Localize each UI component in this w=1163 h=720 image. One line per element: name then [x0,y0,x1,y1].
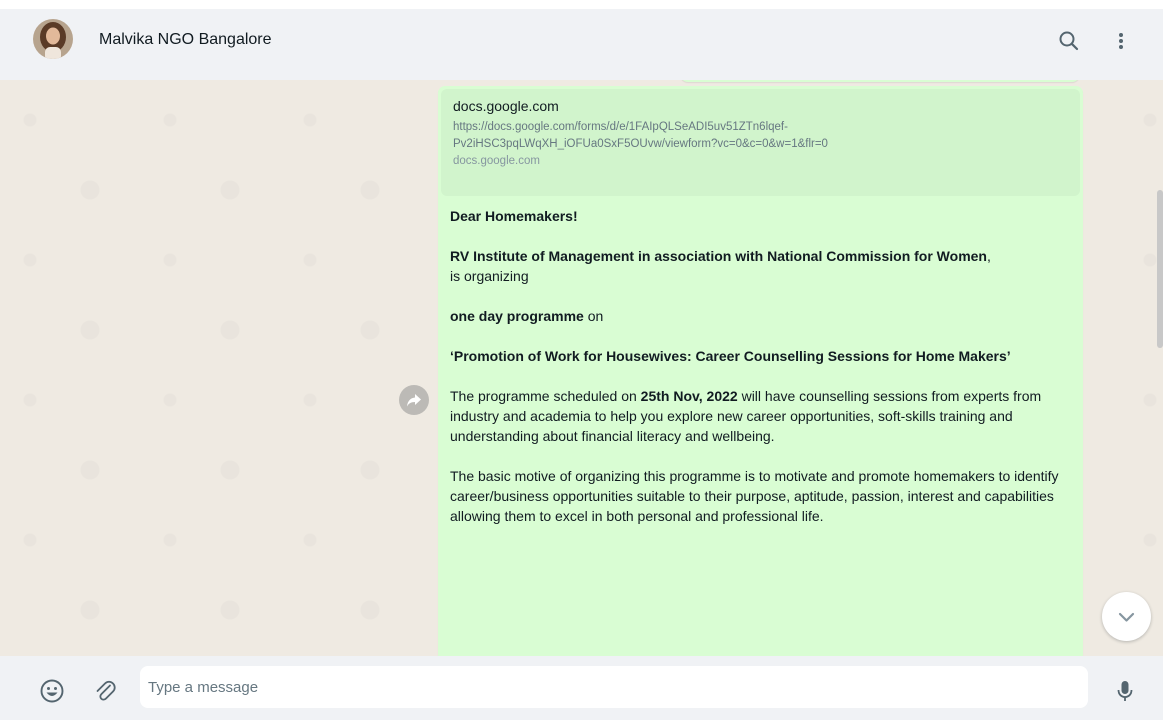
link-preview-url-line1: https://docs.google.com/forms/d/e/1FAIpQ… [453,121,788,133]
message-organizer: RV Institute of Management in associatio… [450,248,991,284]
menu-dots-icon[interactable] [1106,26,1136,56]
chat-area[interactable]: docs.google.com https://docs.google.com/… [0,80,1163,656]
message-motive: The basic motive of organizing this prog… [450,468,1059,524]
search-icon[interactable] [1054,26,1084,56]
message-topic: ‘Promotion of Work for Housewives: Caree… [450,348,1011,364]
message-input[interactable] [140,666,1088,708]
avatar-image [33,19,73,59]
chat-scrollbar[interactable] [1157,190,1163,348]
chevron-down-icon[interactable] [1102,592,1151,641]
link-preview-domain: docs.google.com [453,155,540,167]
contact-name[interactable]: Malvika NGO Bangalore [99,31,272,49]
message-text: Dear Homemakers! RV Institute of Managem… [450,206,1070,546]
link-preview[interactable]: docs.google.com https://docs.google.com/… [441,89,1080,196]
avatar[interactable] [33,19,73,59]
emoji-icon[interactable] [37,676,67,706]
link-preview-title: docs.google.com [453,98,559,114]
link-preview-url-line2: Pv2iHSC3pqLWqXH_iOFUa0SxF5OUvw/viewform?… [453,138,828,150]
message-bubble[interactable]: docs.google.com https://docs.google.com/… [438,86,1083,656]
forward-icon[interactable] [399,385,429,415]
chat-header: Malvika NGO Bangalore [0,0,1163,80]
message-programme: one day programme on [450,308,604,324]
message-greeting: Dear Homemakers! [450,208,578,224]
mic-icon[interactable] [1110,676,1140,706]
link-preview-url: https://docs.google.com/forms/d/e/1FAIpQ… [453,119,1068,153]
attach-icon[interactable] [90,676,120,706]
message-schedule: The programme scheduled on 25th Nov, 202… [450,388,1042,444]
composer [0,656,1163,720]
previous-message-bubble [680,80,1080,82]
